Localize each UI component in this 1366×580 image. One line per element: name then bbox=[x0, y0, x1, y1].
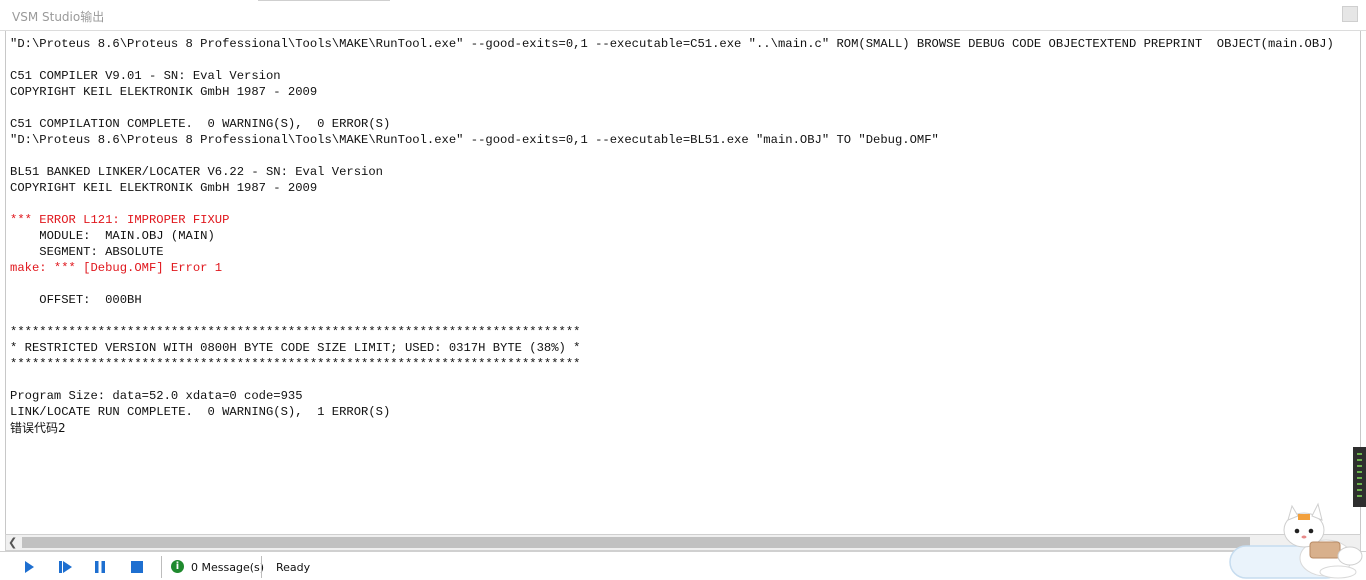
output-line bbox=[10, 148, 1334, 164]
output-line bbox=[10, 100, 1334, 116]
output-line: Program Size: data=52.0 xdata=0 code=935 bbox=[10, 389, 303, 403]
info-icon: i bbox=[171, 560, 184, 573]
horizontal-scrollbar[interactable]: ❮ bbox=[5, 534, 1361, 551]
meter-bar bbox=[1357, 453, 1362, 455]
meter-bar bbox=[1357, 471, 1362, 473]
separator bbox=[261, 556, 262, 578]
output-line: * RESTRICTED VERSION WITH 0800H BYTE COD… bbox=[10, 341, 581, 355]
window-title: VSM Studio输出 bbox=[12, 10, 105, 24]
output-line: LINK/LOCATE RUN COMPLETE. 0 WARNING(S), … bbox=[10, 405, 391, 419]
output-line: ****************************************… bbox=[10, 325, 581, 339]
side-level-meter bbox=[1353, 447, 1366, 507]
scroll-left-icon[interactable]: ❮ bbox=[8, 536, 17, 550]
title-accent bbox=[258, 0, 390, 1]
play-icon[interactable] bbox=[21, 559, 37, 575]
stop-icon[interactable] bbox=[129, 559, 145, 575]
meter-bar bbox=[1357, 495, 1362, 497]
output-line bbox=[10, 372, 1334, 388]
separator bbox=[161, 556, 162, 578]
scrollbar-thumb[interactable] bbox=[22, 537, 1250, 548]
close-icon[interactable] bbox=[1342, 6, 1358, 22]
output-line: COPYRIGHT KEIL ELEKTRONIK GmbH 1987 - 20… bbox=[10, 85, 318, 99]
output-line bbox=[10, 196, 1334, 212]
meter-bar bbox=[1357, 489, 1362, 491]
output-line bbox=[10, 308, 1334, 324]
title-bar: VSM Studio输出 bbox=[0, 0, 1366, 31]
step-icon[interactable] bbox=[57, 559, 73, 575]
output-line: BL51 BANKED LINKER/LOCATER V6.22 - SN: E… bbox=[10, 165, 383, 179]
output-line: C51 COMPILER V9.01 - SN: Eval Version bbox=[10, 69, 281, 83]
meter-bar bbox=[1357, 459, 1362, 461]
output-line: C51 COMPILATION COMPLETE. 0 WARNING(S), … bbox=[10, 117, 391, 131]
output-line: ****************************************… bbox=[10, 357, 581, 371]
message-count[interactable]: 0 Message(s) bbox=[191, 561, 264, 574]
output-line bbox=[10, 276, 1334, 292]
output-line: COPYRIGHT KEIL ELEKTRONIK GmbH 1987 - 20… bbox=[10, 181, 318, 195]
output-line: OFFSET: 000BH bbox=[10, 293, 142, 307]
output-line: "D:\Proteus 8.6\Proteus 8 Professional\T… bbox=[10, 133, 939, 147]
output-line: 错误代码2 bbox=[10, 421, 66, 435]
output-pane[interactable]: "D:\Proteus 8.6\Proteus 8 Professional\T… bbox=[5, 31, 1361, 534]
meter-bar bbox=[1357, 483, 1362, 485]
meter-bar bbox=[1357, 477, 1362, 479]
pause-icon[interactable] bbox=[92, 559, 108, 575]
output-line: MODULE: MAIN.OBJ (MAIN) bbox=[10, 229, 215, 243]
output-line: "D:\Proteus 8.6\Proteus 8 Professional\T… bbox=[10, 37, 1334, 51]
output-lines: "D:\Proteus 8.6\Proteus 8 Professional\T… bbox=[10, 36, 1334, 436]
status-bar: i 0 Message(s) Ready bbox=[0, 551, 1366, 580]
output-line: SEGMENT: ABSOLUTE bbox=[10, 245, 164, 259]
output-error-line: *** ERROR L121: IMPROPER FIXUP bbox=[10, 213, 230, 227]
desktop-mascot-widget[interactable] bbox=[1228, 500, 1366, 580]
status-text: Ready bbox=[276, 561, 311, 574]
output-error-line: make: *** [Debug.OMF] Error 1 bbox=[10, 261, 223, 275]
output-line bbox=[10, 52, 1334, 68]
meter-bar bbox=[1357, 465, 1362, 467]
